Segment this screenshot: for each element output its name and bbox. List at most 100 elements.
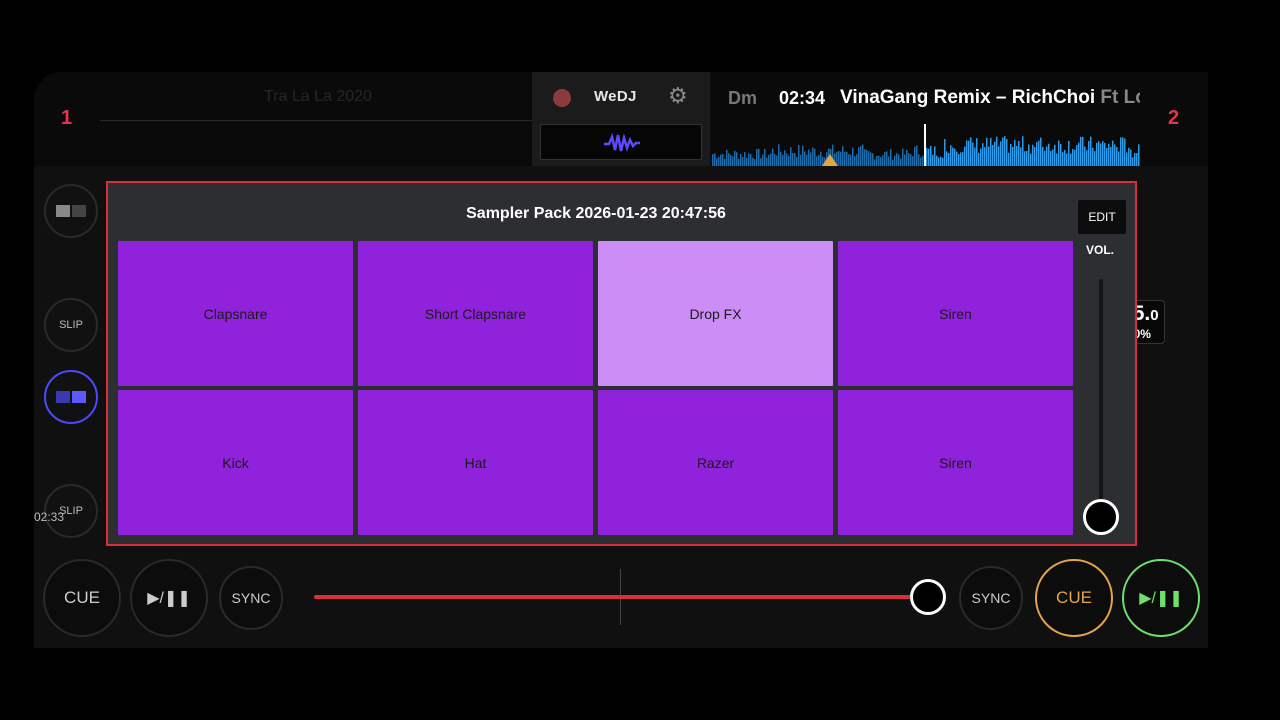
waveform-bar <box>894 155 896 166</box>
waveform-bar <box>852 147 854 166</box>
waveform-bar <box>1088 140 1090 166</box>
sampler-pad[interactable]: Clapsnare <box>118 241 353 386</box>
waveform-bar <box>1096 142 1098 166</box>
sampler-pad[interactable]: Siren <box>838 390 1073 535</box>
layout-toggle-button[interactable] <box>44 184 98 238</box>
deck1-cue-button[interactable]: CUE <box>43 559 121 637</box>
waveform-bar <box>762 154 764 166</box>
sampler-title: Sampler Pack 2026-01-23 20:47:56 <box>466 205 726 222</box>
waveform-bar <box>860 145 862 166</box>
volume-slider-track[interactable] <box>1099 279 1103 515</box>
waveform-bar <box>1074 149 1076 166</box>
waveform-bar <box>864 149 866 166</box>
waveform-bar <box>726 149 728 166</box>
deck2-sync-button[interactable]: SYNC <box>959 566 1023 630</box>
waveform-bar <box>1084 146 1086 166</box>
waveform-toggle-button[interactable] <box>540 124 702 160</box>
waveform-bar <box>810 152 812 166</box>
deck1-play-pause-button[interactable]: ▶/❚❚ <box>130 559 208 637</box>
waveform-bar <box>806 154 808 166</box>
volume-slider-knob[interactable] <box>1083 499 1119 535</box>
waveform-bar <box>1114 144 1116 166</box>
waveform-bar <box>992 145 994 166</box>
waveform-bar <box>818 154 820 166</box>
waveform-bar <box>1082 136 1084 166</box>
crossfader-track[interactable] <box>314 595 928 599</box>
crossfader-knob[interactable] <box>910 579 946 615</box>
deck2-play-pause-button[interactable]: ▶/❚❚ <box>1122 559 1200 637</box>
volume-label: VOL. <box>1086 243 1115 257</box>
waveform-bar <box>918 154 920 166</box>
waveform-bar <box>752 157 754 166</box>
waveform-bar <box>1078 142 1080 166</box>
layout-icon <box>56 205 86 217</box>
deck2-waveform[interactable] <box>712 124 1140 166</box>
waveform-bar <box>844 151 846 166</box>
waveform-bar <box>934 146 936 166</box>
waveform-bar <box>966 140 968 166</box>
waveform-bar <box>790 147 792 166</box>
waveform-bar <box>1066 153 1068 166</box>
waveform-bar <box>970 137 972 166</box>
waveform-bar <box>720 154 722 166</box>
waveform-bar <box>766 157 768 166</box>
waveform-bar <box>1112 140 1114 166</box>
waveform-bar <box>890 148 892 166</box>
waveform-bar <box>1020 147 1022 166</box>
waveform-bar <box>748 153 750 166</box>
waveform-bar <box>760 158 762 166</box>
waveform-bar <box>1004 136 1006 166</box>
sampler-pad[interactable]: Kick <box>118 390 353 535</box>
waveform-bar <box>1012 146 1014 166</box>
waveform-bar <box>874 159 876 166</box>
waveform-bar <box>730 154 732 166</box>
waveform-bar <box>714 153 716 166</box>
deck1-number: 1 <box>61 107 73 129</box>
center-panel: WeDJ ⚙ <box>532 72 710 166</box>
sampler-pad[interactable]: Drop FX <box>598 241 833 386</box>
gear-icon[interactable]: ⚙ <box>668 83 688 109</box>
waveform-bar <box>734 150 736 166</box>
record-button[interactable] <box>553 89 571 107</box>
sampler-pad[interactable]: Hat <box>358 390 593 535</box>
deck2-cue-button[interactable]: CUE <box>1035 559 1113 637</box>
waveform-bar <box>798 145 800 166</box>
waveform-bar <box>1138 144 1140 166</box>
waveform-bar <box>968 140 970 166</box>
sampler-pad[interactable]: Razer <box>598 390 833 535</box>
waveform-bar <box>856 154 858 166</box>
deck1-sync-button[interactable]: SYNC <box>219 566 283 630</box>
waveform-bar <box>914 146 916 166</box>
waveform-bar <box>1030 153 1032 166</box>
sampler-toggle-button[interactable] <box>44 370 98 424</box>
waveform-bar <box>998 146 1000 166</box>
edit-button[interactable]: EDIT <box>1078 200 1126 234</box>
waveform-bar <box>904 154 906 166</box>
waveform-bar <box>1080 136 1082 166</box>
waveform-bar <box>980 148 982 166</box>
deck1-info-area: Tra La La 2020 <box>34 72 532 166</box>
waveform-bar <box>952 147 954 166</box>
waveform-bar <box>770 153 772 166</box>
waveform-bar <box>728 152 730 166</box>
sampler-pad[interactable]: Siren <box>838 241 1073 386</box>
waveform-bar <box>892 159 894 166</box>
waveform-bar <box>1100 143 1102 166</box>
waveform-bar <box>916 145 918 166</box>
waveform-bar <box>838 151 840 166</box>
deck2-number: 2 <box>1168 107 1180 129</box>
waveform-bar <box>958 153 960 166</box>
waveform-bar <box>978 152 980 166</box>
waveform-bar <box>1024 151 1026 166</box>
waveform-bar <box>1032 144 1034 166</box>
waveform-bar <box>1056 153 1058 166</box>
waveform-bar <box>1070 153 1072 166</box>
waveform-bar <box>1000 141 1002 166</box>
waveform-bar <box>912 156 914 166</box>
waveform-bar <box>1018 141 1020 166</box>
waveform-bar <box>1054 144 1056 166</box>
slip-button-top[interactable]: SLIP <box>44 298 98 352</box>
waveform-bar <box>736 152 738 166</box>
sampler-pad[interactable]: Short Clapsnare <box>358 241 593 386</box>
waveform-bar <box>816 156 818 166</box>
